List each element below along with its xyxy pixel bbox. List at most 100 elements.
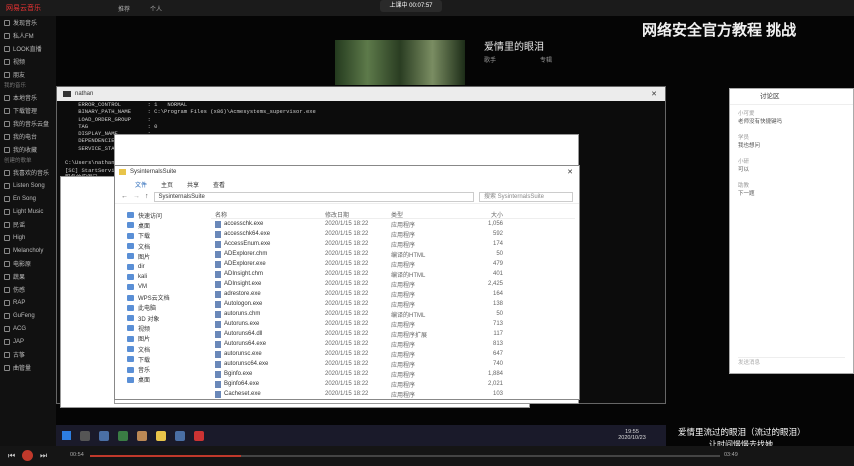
table-row[interactable]: accesschk.exe 2020/1/15 18:22 应用程序 1,056 — [211, 219, 575, 229]
ribbon-tab-file[interactable]: 文件 — [135, 180, 147, 189]
table-row[interactable]: ADExplorer.chm 2020/1/15 18:22 编译的HTML 50 — [211, 249, 575, 259]
nav-item[interactable]: 3D 对象 — [115, 313, 205, 323]
chat-text: 老师没有快捷键吗 — [738, 119, 783, 125]
tab-personal[interactable]: 个人 — [150, 4, 162, 13]
browser-icon[interactable] — [137, 430, 147, 441]
sidebar-item[interactable]: 我喜欢的音乐 — [0, 166, 56, 179]
table-row[interactable]: Autoruns.exe 2020/1/15 18:22 应用程序 713 — [211, 319, 575, 329]
table-row[interactable]: accesschk64.exe 2020/1/15 18:22 应用程序 592 — [211, 229, 575, 239]
sidebar-item[interactable]: 视频 — [0, 55, 56, 68]
sidebar-item[interactable]: 我的音乐云盘 — [0, 117, 56, 130]
search-input[interactable]: 搜索 SysinternalsSuite — [479, 191, 573, 202]
sidebar-item[interactable]: 本地音乐 — [0, 91, 56, 104]
column-date[interactable]: 修改日期 — [325, 210, 391, 219]
sidebar-item[interactable]: JAP — [0, 335, 56, 348]
nav-item[interactable]: 下载 — [115, 231, 205, 241]
tab-recommend[interactable]: 推荐 — [118, 4, 130, 13]
column-size[interactable]: 大小 — [457, 210, 503, 219]
sidebar-item[interactable]: 古筝 — [0, 348, 56, 361]
file-name-cell: Autoruns.exe — [211, 320, 325, 328]
ribbon-tab-share[interactable]: 共享 — [187, 180, 199, 189]
file-icon — [215, 220, 221, 228]
nav-item[interactable]: 快速访问 — [115, 210, 205, 220]
nav-item[interactable]: 视频 — [115, 323, 205, 333]
column-name[interactable]: 名称 — [211, 210, 325, 219]
close-icon[interactable]: ✕ — [651, 90, 657, 98]
explorer-window[interactable]: SysinternalsSuite ✕ 文件 主页 共享 查看 ← → ↑ Sy… — [114, 165, 580, 400]
table-row[interactable]: autorunsc.exe 2020/1/15 18:22 应用程序 647 — [211, 349, 575, 359]
table-row[interactable]: autorunsc64.exe 2020/1/15 18:22 应用程序 740 — [211, 359, 575, 369]
sidebar-item[interactable]: 民谣 — [0, 218, 56, 231]
address-input[interactable]: SysinternalsSuite — [153, 191, 474, 202]
pause-icon[interactable] — [22, 450, 33, 461]
table-row[interactable]: Bginfo64.exe 2020/1/15 18:22 应用程序 2,021 — [211, 379, 575, 389]
sidebar-item[interactable]: 伤感 — [0, 283, 56, 296]
file-type: 应用程序 — [391, 262, 416, 269]
search-icon[interactable] — [80, 430, 90, 441]
sidebar-item[interactable]: ACG — [0, 322, 56, 335]
sidebar-item[interactable]: 蔬果 — [0, 270, 56, 283]
forward-arrow-icon[interactable]: → — [133, 193, 140, 200]
table-row[interactable]: Cacheset.exe 2020/1/15 18:22 应用程序 103 — [211, 389, 575, 399]
sidebar-item[interactable]: 电影原 — [0, 257, 56, 270]
app-icon[interactable] — [118, 430, 128, 441]
table-row[interactable]: Autoruns64.exe 2020/1/15 18:22 应用程序 813 — [211, 339, 575, 349]
sidebar-item[interactable]: 发现音乐 — [0, 16, 56, 29]
sidebar-item[interactable]: RAP — [0, 296, 56, 309]
sidebar-item[interactable]: 我的收藏 — [0, 143, 56, 156]
nav-item[interactable]: 音乐 — [115, 364, 205, 374]
nav-item[interactable]: 此电脑 — [115, 303, 205, 313]
nav-item[interactable]: VM — [115, 282, 205, 292]
task-view-icon[interactable] — [99, 430, 109, 441]
table-row[interactable]: autoruns.chm 2020/1/15 18:22 编译的HTML 50 — [211, 309, 575, 319]
sidebar-item[interactable]: High — [0, 231, 56, 244]
table-row[interactable]: Bginfo.exe 2020/1/15 18:22 应用程序 1,884 — [211, 369, 575, 379]
nav-item[interactable]: 文档 — [115, 241, 205, 251]
nav-item[interactable]: 下载 — [115, 354, 205, 364]
file-explorer-icon[interactable] — [156, 430, 166, 441]
table-row[interactable]: ADExplorer.exe 2020/1/15 18:22 应用程序 479 — [211, 259, 575, 269]
music-app-icon[interactable] — [194, 430, 204, 441]
column-type[interactable]: 类型 — [391, 210, 457, 219]
terminal-icon[interactable] — [175, 430, 185, 441]
folder-icon — [127, 356, 134, 363]
nav-item[interactable]: 图片 — [115, 334, 205, 344]
ribbon-tab-home[interactable]: 主页 — [161, 180, 173, 189]
table-row[interactable]: AccessEnum.exe 2020/1/15 18:22 应用程序 174 — [211, 239, 575, 249]
nav-item[interactable]: 桌面 — [115, 220, 205, 230]
nav-item[interactable]: kali — [115, 272, 205, 282]
sidebar-item[interactable]: En Song — [0, 192, 56, 205]
ribbon-tab-view[interactable]: 查看 — [213, 180, 225, 189]
sidebar-item[interactable]: GuFeng — [0, 309, 56, 322]
sidebar-item[interactable]: 私人FM — [0, 29, 56, 42]
sidebar-item[interactable]: Listen Song — [0, 179, 56, 192]
table-row[interactable]: Autoruns64.dll 2020/1/15 18:22 应用程序扩展 117 — [211, 329, 575, 339]
sidebar-item[interactable]: Melancholy — [0, 244, 56, 257]
file-name: autorunsc64.exe — [224, 361, 269, 367]
close-icon[interactable]: ✕ — [567, 168, 573, 176]
sidebar-item[interactable]: LOOK直播 — [0, 42, 56, 55]
file-list-header: 名称 修改日期 类型 大小 — [211, 210, 575, 219]
sidebar-item[interactable]: 曲管量 — [0, 361, 56, 374]
sidebar-item[interactable]: Light Music — [0, 205, 56, 218]
file-size: 1,056 — [487, 221, 503, 227]
chat-input[interactable]: 发送消息 — [738, 357, 845, 367]
table-row[interactable]: ADInsight.chm 2020/1/15 18:22 编译的HTML 401 — [211, 269, 575, 279]
table-row[interactable]: Autologon.exe 2020/1/15 18:22 应用程序 138 — [211, 299, 575, 309]
back-arrow-icon[interactable]: ← — [121, 193, 128, 200]
nav-item[interactable]: 文档 — [115, 344, 205, 354]
sidebar-item[interactable]: 我的电台 — [0, 130, 56, 143]
table-row[interactable]: ADInsight.exe 2020/1/15 18:22 应用程序 2,425 — [211, 279, 575, 289]
sidebar-item-label: 发现音乐 — [13, 21, 38, 27]
table-row[interactable]: adrestore.exe 2020/1/15 18:22 应用程序 164 — [211, 289, 575, 299]
up-arrow-icon[interactable]: ↑ — [145, 193, 149, 200]
sidebar-item[interactable]: 朋友 — [0, 68, 56, 81]
nav-item[interactable]: 桌面 — [115, 375, 205, 385]
nav-item[interactable]: WPS云文档 — [115, 292, 205, 302]
sidebar-item[interactable]: 下载管理 — [0, 104, 56, 117]
next-icon[interactable]: ⏭ — [40, 451, 47, 461]
nav-item[interactable]: 图片 — [115, 251, 205, 261]
windows-start-icon[interactable] — [62, 431, 71, 440]
nav-item[interactable]: dir — [115, 261, 205, 271]
prev-icon[interactable]: ⏮ — [8, 451, 15, 461]
